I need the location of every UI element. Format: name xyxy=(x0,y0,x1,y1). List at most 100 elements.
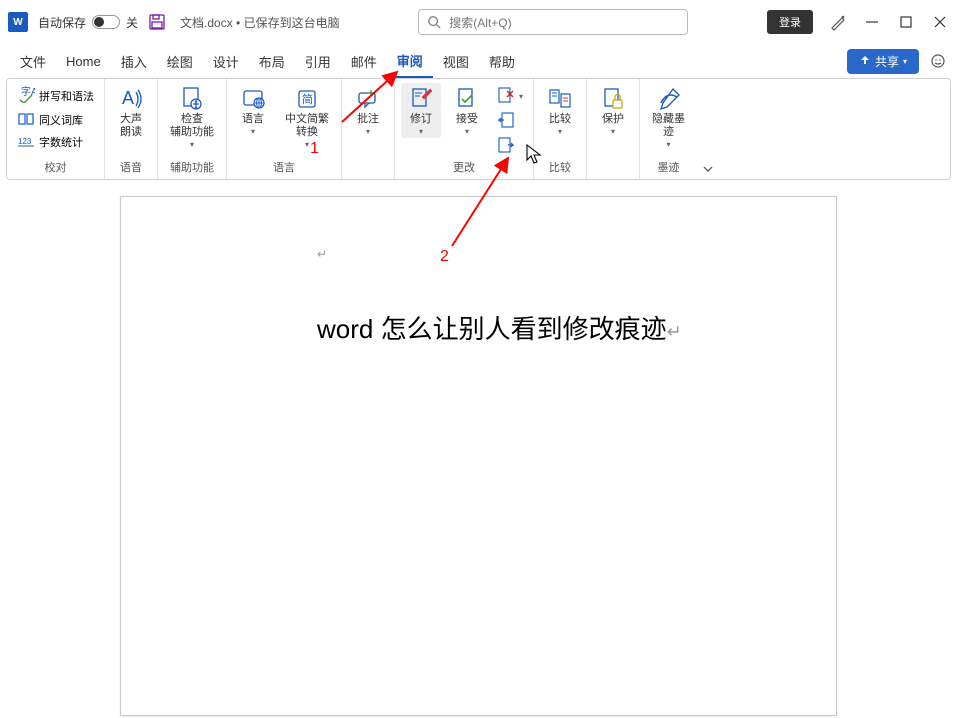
previous-icon xyxy=(497,112,515,131)
search-box[interactable]: 搜索(Alt+Q) xyxy=(418,9,688,35)
language-icon xyxy=(241,85,265,113)
title-bar: W 自动保存 关 文档.docx • 已保存到这台电脑 搜索(Alt+Q) 登录 xyxy=(0,0,957,44)
ribbon-group-label-comments xyxy=(366,163,369,177)
minimize-button[interactable] xyxy=(863,13,881,31)
autosave-toggle-group[interactable]: 自动保存 关 xyxy=(38,14,138,31)
svg-text:字A: 字A xyxy=(21,85,35,98)
chinese-convert-icon: 简 xyxy=(296,85,318,113)
tab-insert[interactable]: 插入 xyxy=(111,46,157,77)
chevron-down-icon xyxy=(702,163,714,175)
ribbon-group-compare: 比较 ▾ 比较 xyxy=(534,79,587,179)
accessibility-icon xyxy=(180,85,204,113)
tab-home[interactable]: Home xyxy=(56,48,111,75)
ribbon-group-speech: A 大声 朗读 语音 xyxy=(105,79,158,179)
svg-text:123: 123 xyxy=(18,137,32,146)
ribbon-group-label-speech: 语音 xyxy=(120,159,142,177)
ribbon-group-label-compare: 比较 xyxy=(549,159,571,177)
chevron-down-icon: ▾ xyxy=(419,127,423,136)
tab-mailings[interactable]: 邮件 xyxy=(341,46,387,77)
tab-file[interactable]: 文件 xyxy=(10,46,56,77)
document-area: ↵ word 怎么让别人看到修改痕迹↵ xyxy=(0,184,957,718)
autosave-state: 关 xyxy=(126,14,138,31)
ribbon-group-proofing: 字A 拼写和语法 同义词库 123 字数统计 校对 xyxy=(7,79,105,179)
autosave-toggle[interactable] xyxy=(92,15,120,29)
ribbon-group-label-language: 语言 xyxy=(273,159,295,177)
wordcount-icon: 123 xyxy=(17,134,35,150)
chevron-down-icon: ▾ xyxy=(251,127,255,136)
word-count-button[interactable]: 123 字数统计 xyxy=(13,132,98,152)
thesaurus-icon xyxy=(17,112,35,128)
ribbon-group-language: 语言 ▾ 简 中文简繁 转换 ▾ 语言 xyxy=(227,79,342,179)
tab-help[interactable]: 帮助 xyxy=(479,46,525,77)
track-changes-icon xyxy=(410,85,432,113)
reject-icon xyxy=(497,87,515,106)
word-app-icon: W xyxy=(8,12,28,32)
ribbon-group-changes: 修订 ▾ 接受 ▾ ▾ xyxy=(395,79,534,179)
document-body-text[interactable]: word 怎么让别人看到修改痕迹↵ xyxy=(317,309,682,346)
tab-design[interactable]: 设计 xyxy=(203,46,249,77)
reject-button[interactable]: ▾ xyxy=(493,85,527,108)
spelling-icon: 字A xyxy=(17,85,35,106)
chevron-down-icon: ▾ xyxy=(465,127,469,136)
track-changes-button[interactable]: 修订 ▾ xyxy=(401,83,441,138)
svg-text:简: 简 xyxy=(302,92,313,106)
login-button[interactable]: 登录 xyxy=(767,10,813,34)
compare-icon xyxy=(548,85,572,113)
tab-layout[interactable]: 布局 xyxy=(249,46,295,77)
chevron-down-icon: ▾ xyxy=(558,127,562,136)
tab-view[interactable]: 视图 xyxy=(433,46,479,77)
save-icon[interactable] xyxy=(148,13,166,31)
chinese-convert-button[interactable]: 简 中文简繁 转换 ▾ xyxy=(279,83,335,151)
chevron-down-icon: ▾ xyxy=(305,140,309,149)
ribbon: 字A 拼写和语法 同义词库 123 字数统计 校对 xyxy=(6,78,951,180)
new-comment-button[interactable]: 批注 ▾ xyxy=(348,83,388,138)
compare-button[interactable]: 比较 ▾ xyxy=(540,83,580,138)
share-icon xyxy=(859,55,871,67)
document-page[interactable]: ↵ word 怎么让别人看到修改痕迹↵ xyxy=(120,196,837,716)
read-aloud-icon: A xyxy=(118,85,144,113)
tab-review[interactable]: 审阅 xyxy=(387,45,433,78)
share-button[interactable]: 共享 ▾ xyxy=(847,49,919,74)
protect-button[interactable]: 保护 ▾ xyxy=(593,83,633,138)
accept-button[interactable]: 接受 ▾ xyxy=(447,83,487,138)
hide-ink-button[interactable]: 隐藏墨 迹 ▾ xyxy=(646,83,691,151)
ribbon-group-accessibility: 检查 辅助功能 ▾ 辅助功能 xyxy=(158,79,227,179)
ink-icon xyxy=(657,85,681,113)
feedback-icon[interactable] xyxy=(929,52,947,70)
accept-icon xyxy=(456,85,478,113)
chevron-down-icon: ▾ xyxy=(611,127,615,136)
brush-icon[interactable] xyxy=(829,13,847,31)
next-icon xyxy=(497,137,515,156)
maximize-button[interactable] xyxy=(897,13,915,31)
ribbon-group-label-changes: 更改 xyxy=(453,159,475,177)
document-title[interactable]: 文档.docx • 已保存到这台电脑 xyxy=(180,14,340,31)
search-placeholder: 搜索(Alt+Q) xyxy=(449,14,511,31)
search-icon xyxy=(427,15,441,29)
previous-change-button[interactable] xyxy=(493,110,527,133)
paragraph-mark: ↵ xyxy=(667,322,682,342)
autosave-label: 自动保存 xyxy=(38,14,86,31)
language-button[interactable]: 语言 ▾ xyxy=(233,83,273,138)
chevron-down-icon: ▾ xyxy=(667,140,671,149)
chevron-down-icon: ▾ xyxy=(190,140,194,149)
spelling-grammar-button[interactable]: 字A 拼写和语法 xyxy=(13,83,98,108)
read-aloud-button[interactable]: A 大声 朗读 xyxy=(111,83,151,141)
ribbon-group-label-ink: 墨迹 xyxy=(658,159,680,177)
tab-references[interactable]: 引用 xyxy=(295,46,341,77)
chevron-down-icon: ▾ xyxy=(366,127,370,136)
close-button[interactable] xyxy=(931,13,949,31)
svg-text:A: A xyxy=(122,88,134,108)
protect-icon xyxy=(602,85,624,113)
thesaurus-button[interactable]: 同义词库 xyxy=(13,110,98,130)
tab-draw[interactable]: 绘图 xyxy=(157,46,203,77)
ribbon-group-ink: 隐藏墨 迹 ▾ 墨迹 xyxy=(640,79,697,179)
check-accessibility-button[interactable]: 检查 辅助功能 ▾ xyxy=(164,83,220,151)
menu-bar: 文件 Home 插入 绘图 设计 布局 引用 邮件 审阅 视图 帮助 共享 ▾ xyxy=(0,44,957,78)
ribbon-group-comments: 批注 ▾ xyxy=(342,79,395,179)
ribbon-collapse-button[interactable] xyxy=(697,79,719,179)
next-change-button[interactable] xyxy=(493,135,527,158)
ribbon-group-protect: 保护 ▾ xyxy=(587,79,640,179)
ribbon-group-label-accessibility: 辅助功能 xyxy=(170,159,214,177)
paragraph-mark: ↵ xyxy=(317,247,327,261)
ribbon-group-label-protect xyxy=(611,163,614,177)
